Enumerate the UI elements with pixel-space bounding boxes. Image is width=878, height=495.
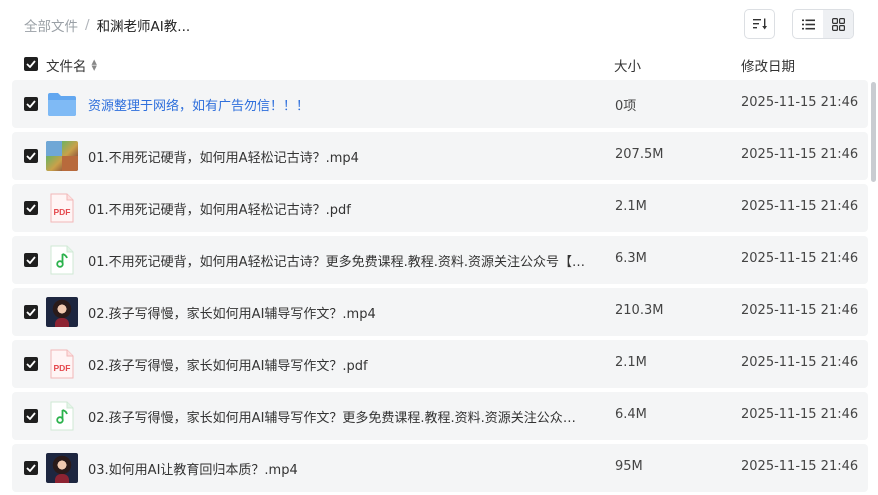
file-name[interactable]: 03.如何用AI让教育回归本质？.mp4 (88, 459, 588, 478)
table-row[interactable]: 02.孩子写得慢，家长如何用AI辅导写作文？.mp4 210.3M 2025-11-… (12, 288, 868, 336)
file-name[interactable]: 01.不用死记硬背，如何用A轻松记古诗？.mp4 (88, 147, 588, 166)
row-checkbox[interactable] (24, 305, 38, 319)
file-size: 6.3M (615, 251, 647, 266)
file-list: 资源整理于网络，如有广告勿信！！！ 0项 2025-11-15 21:46 01.不用… (12, 80, 868, 495)
file-type-icon (46, 297, 78, 327)
table-row[interactable]: 资源整理于网络，如有广告勿信！！！ 0项 2025-11-15 21:46 (12, 80, 868, 128)
scrollbar-thumb[interactable] (871, 82, 876, 182)
file-name[interactable]: 01.不用死记硬背，如何用A轻松记古诗？.pdf (88, 199, 588, 218)
file-size: 0项 (615, 99, 637, 114)
grid-view-button[interactable] (823, 10, 853, 38)
file-size: 207.5M (615, 147, 664, 162)
row-checkbox[interactable] (24, 461, 38, 475)
file-type-icon (46, 245, 78, 275)
pdf-file-icon: PDF (50, 193, 74, 223)
file-size: 95M (615, 459, 643, 474)
check-icon (26, 360, 36, 368)
audio-file-icon (50, 245, 74, 275)
table-header: 文件名 ▲ ▼ 大小 修改日期 (0, 50, 878, 78)
check-icon (26, 256, 36, 264)
table-row[interactable]: 01.不用死记硬背，如何用A轻松记古诗？.mp4 207.5M 2025-11-15… (12, 132, 868, 180)
check-icon (26, 60, 36, 68)
file-name[interactable]: 02.孩子写得慢，家长如何用AI辅导写作文？.mp4 (88, 303, 588, 322)
file-size: 6.4M (615, 407, 647, 422)
row-checkbox[interactable] (24, 97, 38, 111)
file-name[interactable]: 01.不用死记硬背，如何用A轻松记古诗？更多免费课程.教程.资料.资源关注公众号… (88, 251, 588, 270)
folder-icon (48, 93, 76, 116)
check-icon (26, 204, 36, 212)
file-type-icon (46, 453, 78, 483)
file-size: 210.3M (615, 303, 664, 318)
sort-descending-icon (752, 18, 767, 30)
table-row[interactable]: 01.不用死记硬背，如何用A轻松记古诗？更多免费课程.教程.资料.资源关注公众号… (12, 236, 868, 284)
file-modified-date: 2025-11-15 21:46 (741, 147, 859, 162)
breadcrumb-root-link[interactable]: 全部文件 (24, 15, 78, 35)
row-checkbox[interactable] (24, 253, 38, 267)
check-icon (26, 100, 36, 108)
list-view-button[interactable] (793, 10, 823, 38)
file-modified-date: 2025-11-15 21:46 (741, 355, 859, 370)
file-modified-date: 2025-11-15 21:46 (741, 199, 859, 214)
table-row[interactable]: 03.如何用AI让教育回归本质？.mp4 95M 2025-11-15 21:46 (12, 444, 868, 492)
table-row[interactable]: PDF 02.孩子写得慢，家长如何用AI辅导写作文？.pdf 2.1M 2025-11… (12, 340, 868, 388)
column-header-name[interactable]: 文件名 ▲ ▼ (46, 55, 97, 76)
grid-view-icon (831, 17, 845, 31)
file-modified-date: 2025-11-15 21:46 (741, 251, 859, 266)
file-size: 2.1M (615, 199, 647, 214)
file-name[interactable]: 02.孩子写得慢，家长如何用AI辅导写作文？.pdf (88, 355, 588, 374)
file-type-icon: PDF (46, 349, 78, 379)
breadcrumb: 全部文件 / 和渊老师AI教... (24, 15, 190, 35)
column-header-size[interactable]: 大小 (614, 55, 641, 75)
file-modified-date: 2025-11-15 21:46 (741, 95, 859, 110)
table-row[interactable]: 02.孩子写得慢，家长如何用AI辅导写作文？更多免费课程.教程.资料.资源关注公… (12, 392, 868, 440)
file-modified-date: 2025-11-15 21:46 (741, 303, 859, 318)
breadcrumb-separator: / (85, 17, 90, 33)
row-checkbox[interactable] (24, 149, 38, 163)
file-name[interactable]: 02.孩子写得慢，家长如何用AI辅导写作文？更多免费课程.教程.资料.资源关注公… (88, 407, 588, 426)
file-modified-date: 2025-11-15 21:46 (741, 459, 859, 474)
view-toggle-group (792, 9, 854, 39)
file-name[interactable]: 资源整理于网络，如有广告勿信！！！ (88, 95, 588, 114)
file-type-icon: PDF (46, 193, 78, 223)
sort-button[interactable] (744, 9, 775, 39)
breadcrumb-current-folder: 和渊老师AI教... (96, 19, 191, 35)
top-bar: 全部文件 / 和渊老师AI教... (0, 0, 878, 48)
file-type-icon (46, 141, 78, 171)
select-all-checkbox[interactable] (24, 57, 38, 71)
check-icon (26, 308, 36, 316)
check-icon (26, 412, 36, 420)
video-thumbnail (46, 297, 78, 327)
svg-text:PDF: PDF (54, 363, 71, 373)
row-checkbox[interactable] (24, 201, 38, 215)
column-header-name-label: 文件名 (46, 59, 87, 75)
table-row[interactable]: PDF 01.不用死记硬背，如何用A轻松记古诗？.pdf 2.1M 2025-11-1… (12, 184, 868, 232)
check-icon (26, 464, 36, 472)
video-thumbnail (46, 453, 78, 483)
pdf-file-icon: PDF (50, 349, 74, 379)
row-checkbox[interactable] (24, 357, 38, 371)
list-view-icon (801, 19, 815, 29)
audio-file-icon (50, 401, 74, 431)
check-icon (26, 152, 36, 160)
row-checkbox[interactable] (24, 409, 38, 423)
file-type-icon (46, 89, 78, 119)
svg-text:PDF: PDF (54, 207, 71, 217)
file-size: 2.1M (615, 355, 647, 370)
file-type-icon (46, 401, 78, 431)
file-modified-date: 2025-11-15 21:46 (741, 407, 859, 422)
column-header-date[interactable]: 修改日期 (741, 55, 795, 75)
scrollbar[interactable] (869, 80, 877, 495)
sort-arrows-icon[interactable]: ▲ ▼ (92, 59, 97, 72)
video-thumbnail (46, 141, 78, 171)
